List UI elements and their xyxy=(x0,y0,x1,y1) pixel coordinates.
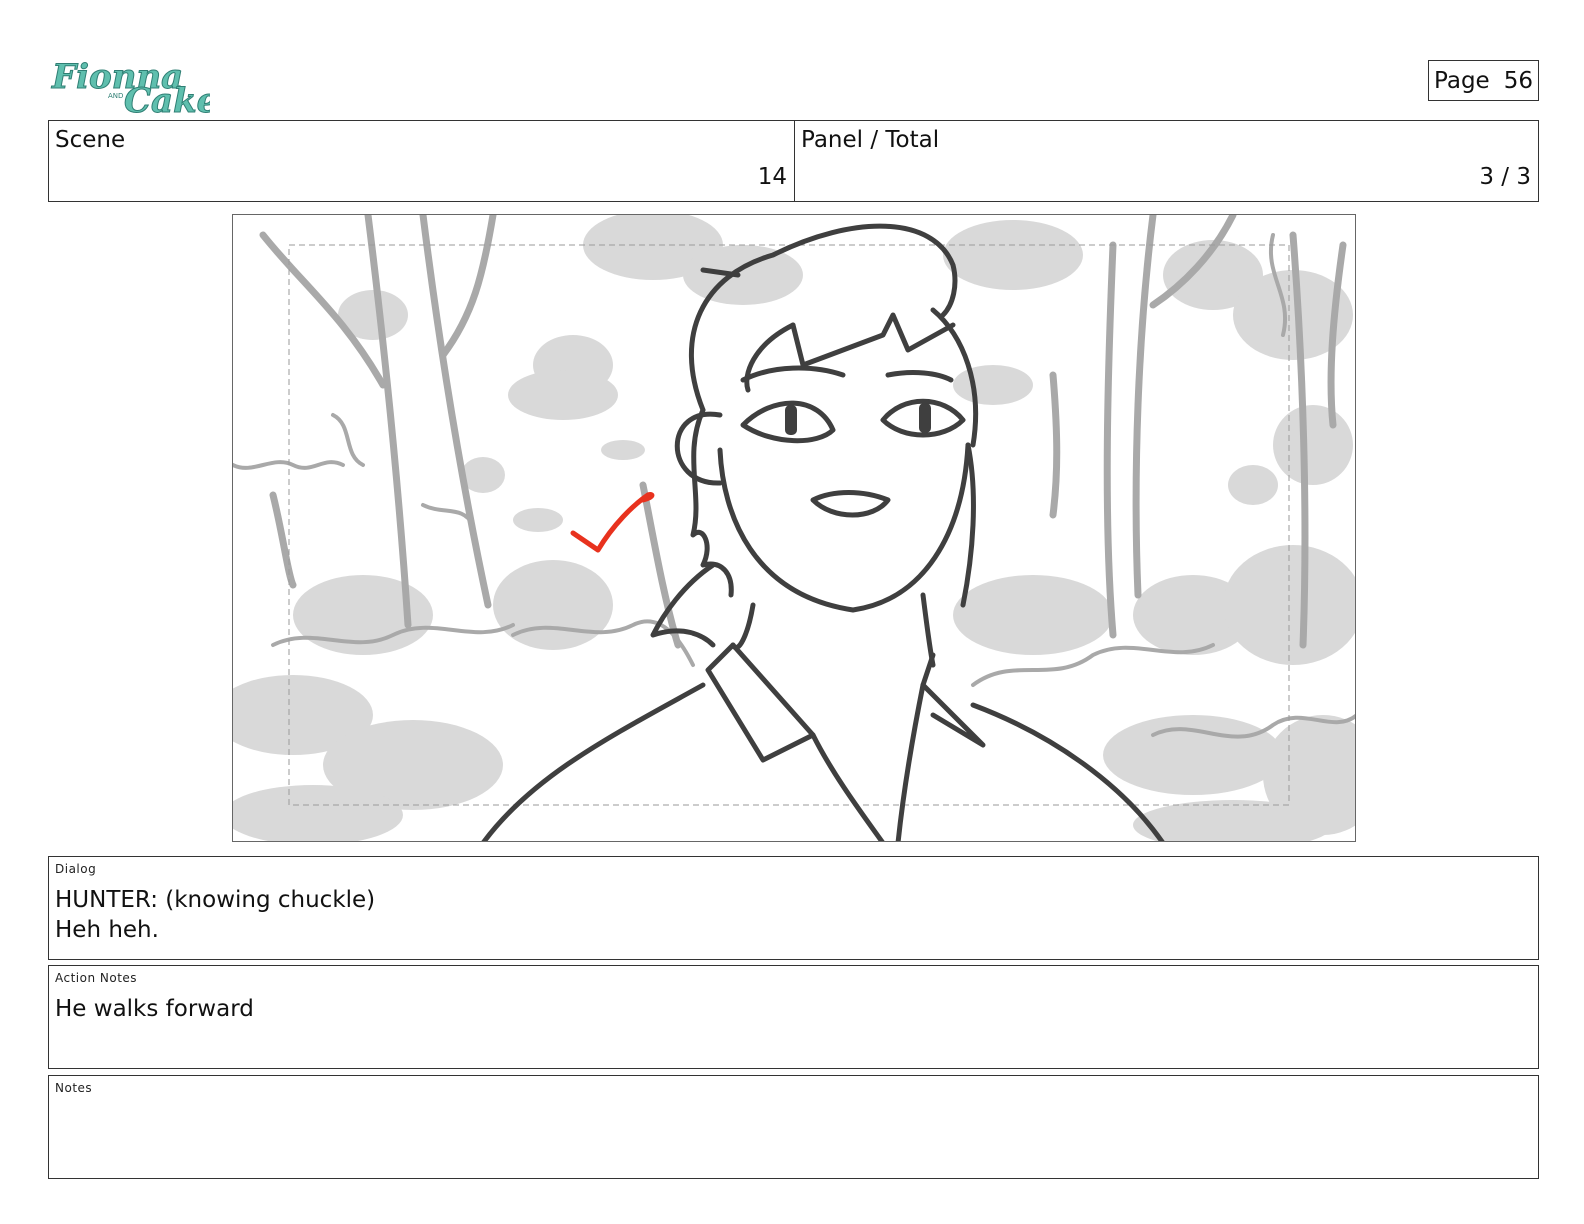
panel-label: Panel / Total xyxy=(801,127,940,153)
notes-box: Notes xyxy=(48,1075,1539,1179)
dialog-line-1: HUNTER: (knowing chuckle) xyxy=(55,887,376,913)
scene-panel-header: Scene 14 Panel / Total 3 / 3 xyxy=(48,120,1539,202)
storyboard-panel-image xyxy=(232,214,1356,842)
check-mark-icon xyxy=(570,492,655,553)
panel-total: 3 / 3 xyxy=(1479,164,1531,190)
dialog-box: Dialog HUNTER: (knowing chuckle) Heh heh… xyxy=(48,856,1539,960)
page-number: 56 xyxy=(1503,67,1533,94)
fionna-and-cake-logo: Fionna AND Cake xyxy=(50,46,219,122)
action-notes-text: He walks forward xyxy=(55,996,254,1022)
panel-cell: Panel / Total 3 / 3 xyxy=(795,121,1538,201)
dialog-line-2: Heh heh. xyxy=(55,917,159,943)
scene-number: 14 xyxy=(757,164,787,190)
action-notes-box: Action Notes He walks forward xyxy=(48,965,1539,1069)
storyboard-sketch-icon xyxy=(233,215,1355,841)
page-label: Page xyxy=(1434,67,1490,94)
page-number-box: Page 56 xyxy=(1428,60,1539,101)
action-notes-label: Action Notes xyxy=(55,971,138,985)
svg-text:Cake: Cake xyxy=(124,81,210,116)
scene-label: Scene xyxy=(55,127,126,153)
svg-text:AND: AND xyxy=(108,92,123,100)
dialog-text: HUNTER: (knowing chuckle) Heh heh. xyxy=(55,885,375,945)
dialog-label: Dialog xyxy=(55,862,97,876)
scene-cell: Scene 14 xyxy=(49,121,795,201)
notes-label: Notes xyxy=(55,1081,93,1095)
